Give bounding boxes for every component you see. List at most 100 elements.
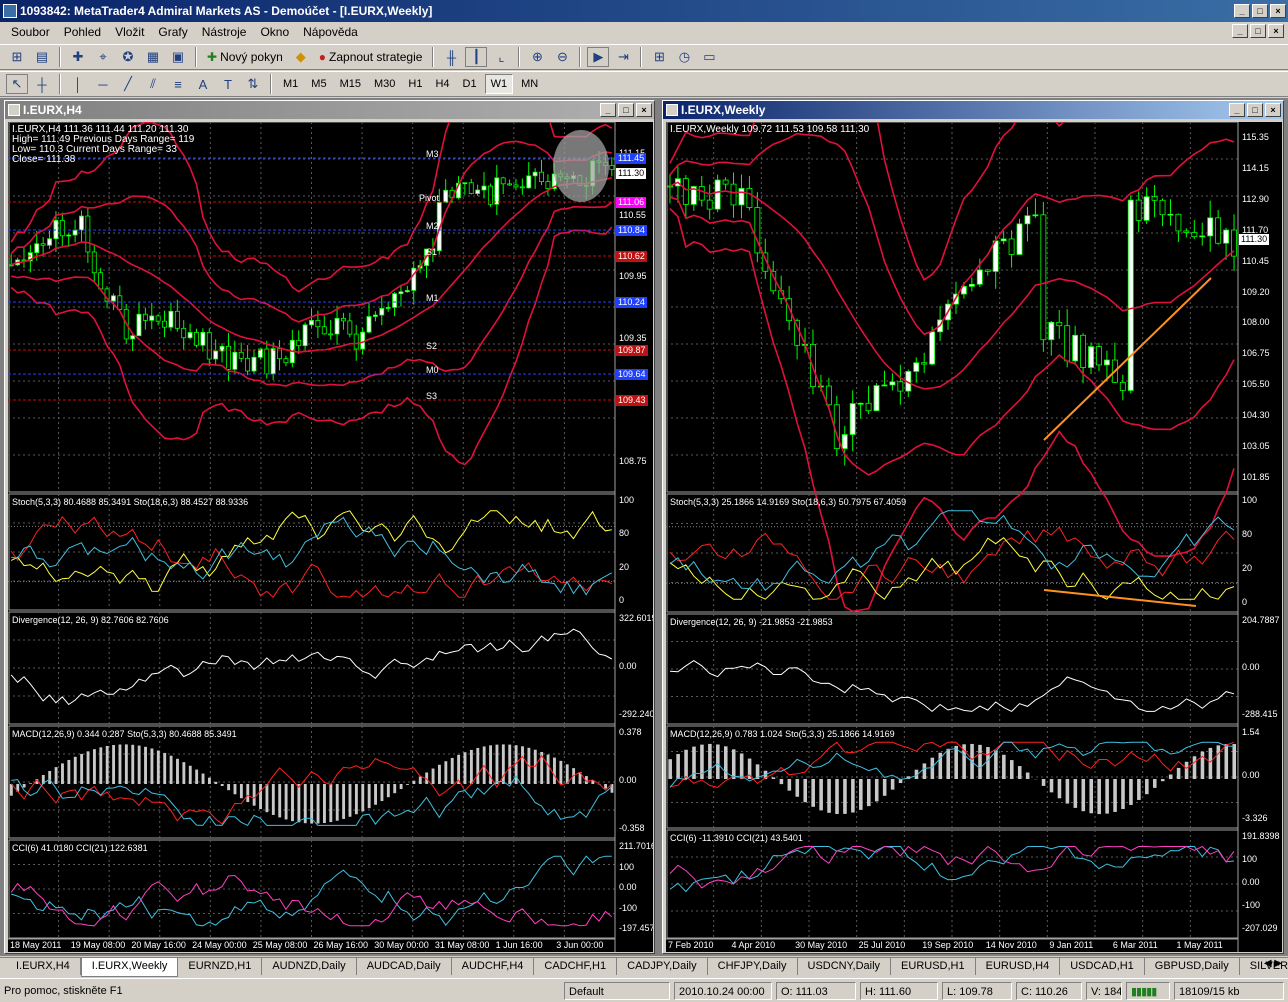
tab-gbpusd-daily[interactable]: GBPUSD,Daily xyxy=(1145,958,1240,975)
new-chart-icon[interactable]: ⊞ xyxy=(6,47,28,67)
crosshair-icon[interactable]: ┼ xyxy=(31,74,53,94)
chart-shift-icon[interactable]: ⇥ xyxy=(612,47,634,67)
mdi-minimize-button[interactable]: _ xyxy=(1232,24,1248,38)
right-macd-lines xyxy=(668,741,1237,815)
candle-body xyxy=(398,291,404,295)
chart-h4-maximize-button[interactable]: □ xyxy=(618,103,634,117)
pivot-level-tag: 110.84 xyxy=(616,225,647,236)
tab-i-eurx-h4[interactable]: I.EURX,H4 xyxy=(6,958,81,975)
zoom-in-icon[interactable]: ⊕ xyxy=(526,47,548,67)
menu-insert[interactable]: Vložit xyxy=(108,25,151,39)
left-pane-div xyxy=(8,611,616,725)
vertical-line-icon[interactable]: │ xyxy=(67,74,89,94)
menu-file[interactable]: Soubor xyxy=(4,25,57,39)
close-button[interactable]: × xyxy=(1270,4,1286,18)
macd-bar xyxy=(86,751,90,784)
tab-audchf-h4[interactable]: AUDCHF,H4 xyxy=(452,958,535,975)
chart-h4-minimize-button[interactable]: _ xyxy=(600,103,616,117)
tf-d1[interactable]: D1 xyxy=(458,74,482,94)
chart-weekly-canvas[interactable]: 115.35 114.15 112.90 111.70 110.45 109.20 108.… xyxy=(666,122,1282,952)
right-div-label: Divergence(12, 26, 9) -21.9853 -21.9853 xyxy=(670,617,833,627)
chart-weekly-close-button[interactable]: × xyxy=(1265,103,1281,117)
chart-window-weekly-titlebar[interactable]: I.EURX,Weekly _ □ × xyxy=(663,101,1283,119)
candle-body xyxy=(187,332,193,339)
right-price-tick: 114.15 xyxy=(1242,163,1269,174)
tester-icon[interactable]: ▣ xyxy=(167,47,189,67)
trendline-icon[interactable]: ╱ xyxy=(117,74,139,94)
candle-body xyxy=(40,243,46,246)
tab-eurnzd-h1[interactable]: EURNZD,H1 xyxy=(178,958,263,975)
equidistant-channel-icon[interactable]: ⫽ xyxy=(142,74,164,94)
left-cci-scale: -197.457 xyxy=(619,923,653,933)
data-window-icon[interactable]: ⌖ xyxy=(92,47,114,67)
candle-chart-icon[interactable]: ┃ xyxy=(465,47,488,67)
tab-audcad-daily[interactable]: AUDCAD,Daily xyxy=(357,958,452,975)
tf-h1[interactable]: H1 xyxy=(403,74,427,94)
line-chart-icon[interactable]: ⌞ xyxy=(490,47,512,67)
menu-help[interactable]: Nápověda xyxy=(296,25,365,39)
minimize-button[interactable]: _ xyxy=(1234,4,1250,18)
cursor-icon[interactable]: ↖ xyxy=(6,74,28,94)
tf-w1[interactable]: W1 xyxy=(484,74,514,94)
candle-body xyxy=(264,348,270,375)
templates-icon[interactable]: ▭ xyxy=(698,47,720,67)
tab-chfjpy-daily[interactable]: CHFJPY,Daily xyxy=(708,958,798,975)
mdi-close-button[interactable]: × xyxy=(1268,24,1284,38)
menu-window[interactable]: Okno xyxy=(253,25,296,39)
tab-i-eurx-weekly[interactable]: I.EURX,Weekly xyxy=(80,958,179,977)
indicators-icon[interactable]: ⊞ xyxy=(648,47,670,67)
pivot-level-tag: 109.87 xyxy=(616,345,648,356)
terminal-icon[interactable]: ▦ xyxy=(142,47,164,67)
menu-tools[interactable]: Nástroje xyxy=(195,25,254,39)
tf-m1[interactable]: M1 xyxy=(278,74,303,94)
chart-h4-close-button[interactable]: × xyxy=(636,103,652,117)
tf-m5[interactable]: M5 xyxy=(306,74,331,94)
tf-mn[interactable]: MN xyxy=(516,74,543,94)
right-date-tick: 1 May 2011 xyxy=(1176,940,1223,950)
bar-chart-icon[interactable]: ╫ xyxy=(440,47,462,67)
horizontal-line-icon[interactable]: ─ xyxy=(92,74,114,94)
candle-body xyxy=(1199,235,1206,238)
tab-usdcny-daily[interactable]: USDCNY,Daily xyxy=(798,958,892,975)
tab-cadchf-h1[interactable]: CADCHF,H1 xyxy=(534,958,618,975)
mdi-restore-button[interactable]: □ xyxy=(1250,24,1266,38)
right-cci-scale: 100 xyxy=(1242,854,1258,864)
arrows-icon[interactable]: ⇅ xyxy=(242,74,264,94)
menu-charts[interactable]: Grafy xyxy=(151,25,194,39)
tf-m15[interactable]: M15 xyxy=(335,74,366,94)
chart-h4-canvas[interactable]: 111.15110.55109.95109.35109.05108.75111.… xyxy=(8,122,653,952)
tab-cadjpy-daily[interactable]: CADJPY,Daily xyxy=(617,958,708,975)
candle-body xyxy=(722,179,729,185)
metaeditor-icon[interactable]: ◆ xyxy=(290,47,312,67)
market-watch-icon[interactable]: ✚ xyxy=(67,47,89,67)
tab-eurusd-h4[interactable]: EURUSD,H4 xyxy=(976,958,1061,975)
tab-scroll-arrows[interactable]: ◀ ▶ xyxy=(1264,958,1282,969)
navigator-icon[interactable]: ✪ xyxy=(117,47,139,67)
chart-weekly-maximize-button[interactable]: □ xyxy=(1247,103,1263,117)
text-icon[interactable]: A xyxy=(192,74,214,94)
strategy-toggle-button[interactable]: ● Zapnout strategie xyxy=(315,47,427,67)
chart-window-h4-titlebar[interactable]: I.EURX,H4 _ □ × xyxy=(5,101,654,119)
tab-audnzd-daily[interactable]: AUDNZD,Daily xyxy=(262,958,357,975)
tab-eurusd-h1[interactable]: EURUSD,H1 xyxy=(891,958,976,975)
tab-usdcad-h1[interactable]: USDCAD,H1 xyxy=(1060,958,1145,975)
candle-body xyxy=(730,183,737,206)
periods-icon[interactable]: ◷ xyxy=(673,47,695,67)
fibonacci-icon[interactable]: ≡ xyxy=(167,74,189,94)
right-macd-scale: 0.00 xyxy=(1242,770,1260,780)
macd-bar xyxy=(469,749,473,784)
maximize-button[interactable]: □ xyxy=(1252,4,1268,18)
right-bollinger-bands xyxy=(669,122,1235,613)
new-order-button[interactable]: ✚ Nový pokyn xyxy=(203,47,287,67)
candle-body xyxy=(334,317,340,335)
text-label-icon[interactable]: T xyxy=(217,74,239,94)
profiles-icon[interactable]: ▤ xyxy=(31,47,53,67)
tf-m30[interactable]: M30 xyxy=(369,74,400,94)
tf-h4[interactable]: H4 xyxy=(430,74,454,94)
candle-body xyxy=(149,315,155,321)
menu-view[interactable]: Pohled xyxy=(57,25,108,39)
chart-weekly-minimize-button[interactable]: _ xyxy=(1229,103,1245,117)
right-pane-stoch xyxy=(666,493,1239,613)
autoscroll-icon[interactable]: ▶ xyxy=(587,47,610,67)
zoom-out-icon[interactable]: ⊖ xyxy=(551,47,573,67)
